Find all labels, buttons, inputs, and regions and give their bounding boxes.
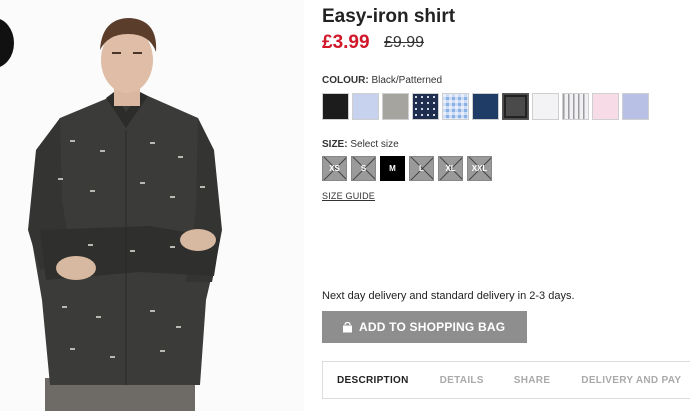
size-option-xxl[interactable]: XXL (467, 156, 492, 181)
product-image[interactable] (0, 0, 304, 411)
size-option-m[interactable]: M (380, 156, 405, 181)
info-tabs: DESCRIPTION DETAILS SHARE DELIVERY AND P… (322, 361, 690, 399)
shopping-bag-icon (342, 321, 353, 333)
size-label: SIZE: (322, 139, 348, 150)
size-option-l[interactable]: L (409, 156, 434, 181)
product-title: Easy-iron shirt (322, 6, 456, 27)
colour-swatch-blue-check[interactable] (442, 93, 469, 120)
tab-share[interactable]: SHARE (514, 375, 551, 386)
size-option-xs[interactable]: XS (322, 156, 347, 181)
colour-selected-name: Black/Patterned (371, 75, 443, 86)
colour-swatch-grey[interactable] (382, 93, 409, 120)
add-to-bag-button[interactable]: ADD TO SHOPPING BAG (322, 311, 527, 343)
size-option-label: S (360, 164, 367, 173)
size-guide-link[interactable]: SIZE GUIDE (322, 191, 375, 201)
colour-swatch-dark-blue[interactable] (472, 93, 499, 120)
size-option-label: XS (329, 164, 340, 173)
colour-label: COLOUR: (322, 75, 369, 86)
original-price: £9.99 (384, 34, 425, 51)
size-options: XS S M L XL XXL (322, 156, 492, 181)
size-option-s[interactable]: S (351, 156, 376, 181)
colour-swatch-lavender[interactable] (622, 93, 649, 120)
size-option-label: M (389, 164, 396, 173)
colour-swatch-light-blue[interactable] (352, 93, 379, 120)
colour-swatches (322, 93, 649, 120)
tab-details[interactable]: DETAILS (440, 375, 484, 386)
delivery-info: Next day delivery and standard delivery … (322, 290, 575, 302)
size-placeholder: Select size (350, 139, 399, 150)
colour-swatch-black-patterned[interactable] (502, 93, 529, 120)
size-option-label: XXL (471, 164, 488, 173)
colour-swatch-white[interactable] (532, 93, 559, 120)
colour-label-row: COLOUR: Black/Patterned (322, 75, 442, 86)
tab-delivery-and-payment[interactable]: DELIVERY AND PAY (581, 375, 681, 386)
add-to-bag-label: ADD TO SHOPPING BAG (359, 320, 506, 334)
size-option-xl[interactable]: XL (438, 156, 463, 181)
size-option-label: L (419, 164, 424, 173)
size-option-label: XL (445, 164, 456, 173)
sale-price: £3.99 (322, 32, 370, 53)
model-illustration (28, 18, 222, 411)
colour-swatch-grey-stripe[interactable] (562, 93, 589, 120)
size-label-row: SIZE: Select size (322, 139, 399, 150)
colour-swatch-black[interactable] (322, 93, 349, 120)
tab-description[interactable]: DESCRIPTION (337, 375, 409, 386)
colour-swatch-navy-dotted[interactable] (412, 93, 439, 120)
colour-swatch-pink[interactable] (592, 93, 619, 120)
